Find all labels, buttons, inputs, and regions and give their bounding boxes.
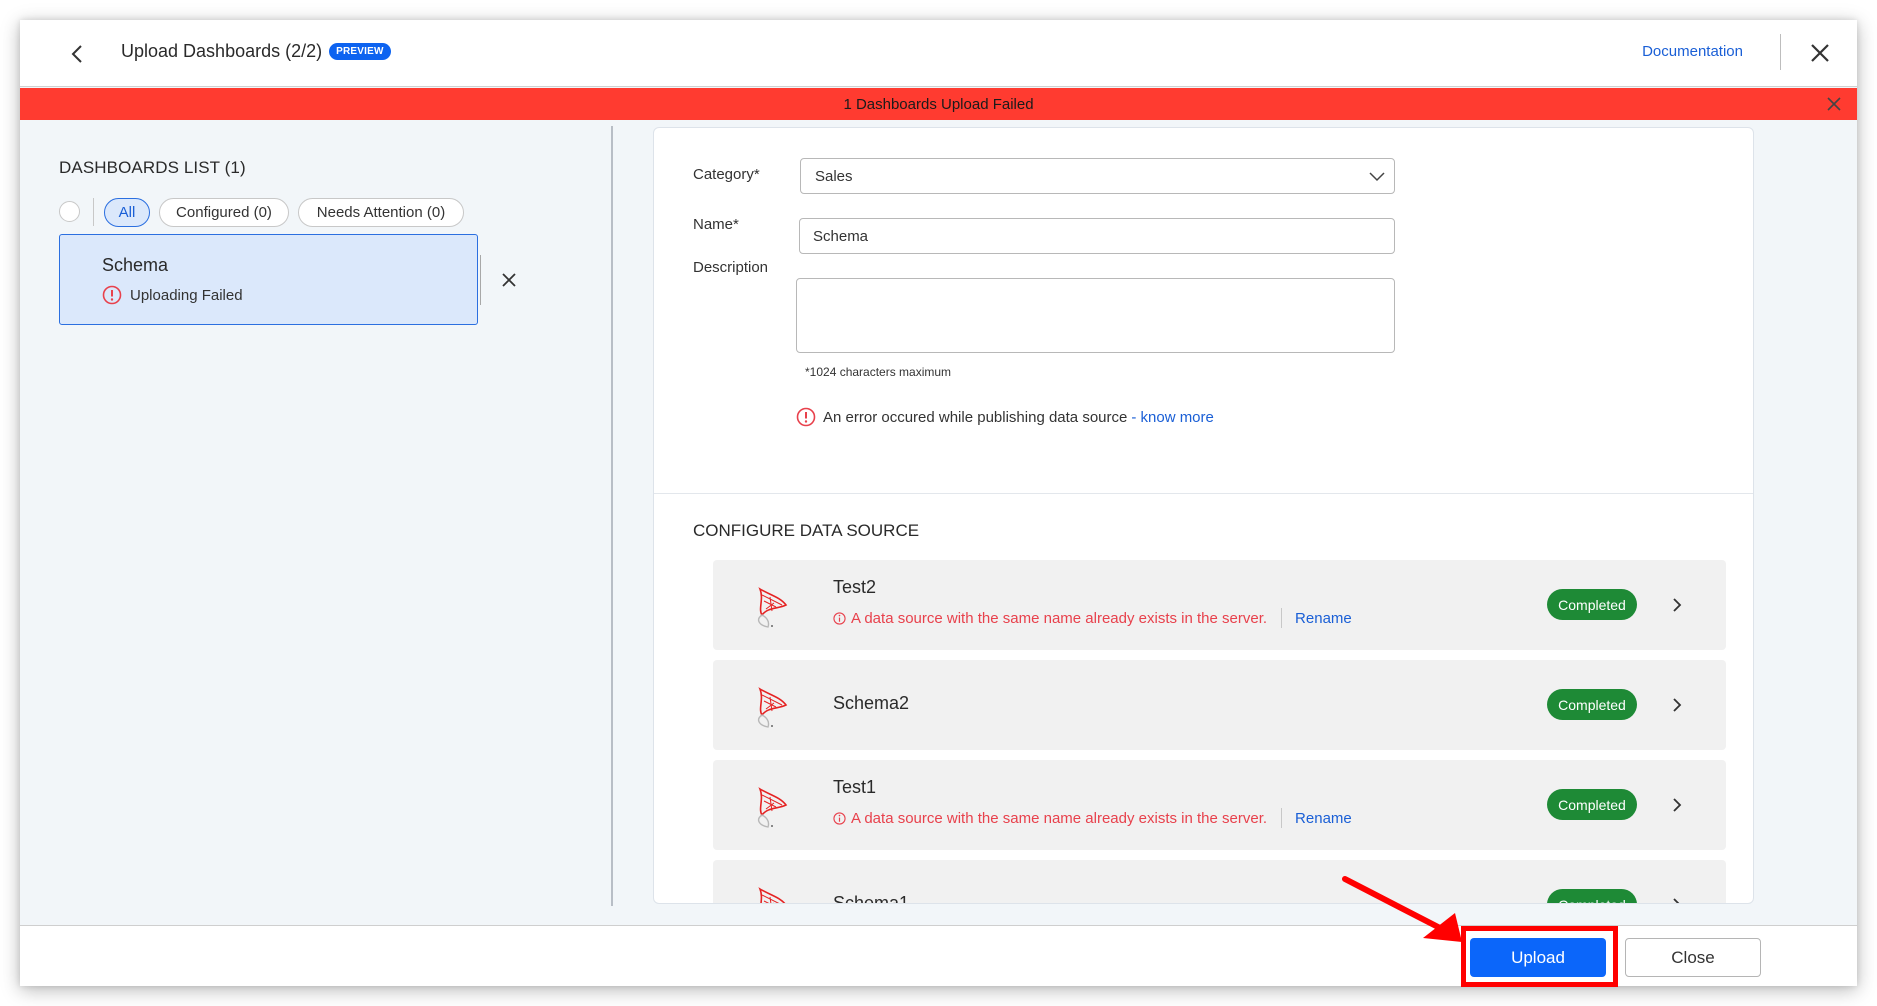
data-source-row[interactable]: Test1 A data source with the same name a…	[713, 760, 1726, 850]
chevron-right-icon[interactable]	[1668, 595, 1686, 615]
filter-chip-needs-attention[interactable]: Needs Attention (0)	[298, 198, 464, 227]
data-source-warning: A data source with the same name already…	[833, 608, 1352, 628]
documentation-link[interactable]: Documentation	[1642, 43, 1743, 60]
chevron-left-icon	[71, 45, 82, 63]
dismiss-banner-button[interactable]	[1825, 95, 1843, 113]
data-source-name: Schema2	[833, 693, 910, 713]
category-select[interactable]: Sales	[800, 158, 1395, 194]
rename-link[interactable]: Rename	[1295, 810, 1352, 827]
data-source-row[interactable]: Schema2 Completed	[713, 660, 1726, 750]
configure-data-source-title: CONFIGURE DATA SOURCE	[693, 521, 920, 540]
chevron-right-icon[interactable]	[1668, 695, 1686, 715]
dashboard-status-text: Uploading Failed	[130, 286, 243, 304]
data-source-warning: A data source with the same name already…	[833, 808, 1352, 828]
panel-divider	[611, 126, 613, 906]
status-badge: Completed	[1547, 889, 1637, 903]
chevron-right-icon[interactable]	[1668, 795, 1686, 815]
warning-divider	[1281, 808, 1283, 828]
dashboards-list-panel: DASHBOARDS LIST (1) All Configured (0) N…	[20, 120, 611, 925]
modal-header: Upload Dashboards (2/2) PREVIEW Document…	[20, 20, 1857, 87]
sql-server-icon	[757, 587, 788, 628]
dashboard-item-divider	[480, 255, 481, 305]
remove-dashboard-button[interactable]	[499, 270, 519, 290]
dashboard-name: Schema	[102, 255, 169, 275]
data-source-row[interactable]: Schema1 Completed	[713, 860, 1726, 904]
dashboards-list-title: DASHBOARDS LIST (1)	[59, 158, 246, 177]
description-input[interactable]	[796, 278, 1395, 353]
upload-dashboards-modal: Upload Dashboards (2/2) PREVIEW Document…	[20, 20, 1857, 986]
data-source-name: Schema1	[833, 893, 910, 904]
error-circle-icon	[796, 407, 816, 427]
data-source-list: Test2 A data source with the same name a…	[713, 560, 1726, 904]
name-input[interactable]	[799, 218, 1395, 254]
preview-badge: PREVIEW	[329, 43, 391, 60]
modal-footer: Upload Close	[20, 925, 1857, 986]
data-source-name: Test2	[833, 577, 877, 597]
info-circle-icon	[833, 811, 846, 825]
category-label: Category*	[693, 166, 760, 183]
page-title: Upload Dashboards (2/2) PREVIEW	[121, 41, 391, 62]
warning-divider	[1281, 608, 1283, 628]
rename-link[interactable]: Rename	[1295, 610, 1352, 627]
page-title-text: Upload Dashboards (2/2)	[121, 41, 323, 61]
dashboard-config-card: Category* Sales Name* Description *1024 …	[653, 127, 1754, 904]
close-button[interactable]: Close	[1625, 938, 1761, 977]
error-circle-icon	[102, 285, 122, 305]
category-value: Sales	[815, 168, 853, 185]
chevron-right-icon[interactable]	[1668, 895, 1686, 904]
data-source-warning-text: A data source with the same name already…	[851, 809, 1268, 827]
filter-divider	[93, 198, 94, 226]
publish-error-text: An error occured while publishing data s…	[823, 408, 1128, 426]
publish-error-message: An error occured while publishing data s…	[796, 407, 1214, 427]
filter-chip-configured[interactable]: Configured (0)	[159, 198, 289, 227]
status-badge: Completed	[1547, 789, 1637, 820]
dashboard-status: Uploading Failed	[102, 285, 243, 305]
close-icon	[502, 273, 516, 287]
chevron-down-icon	[1369, 172, 1385, 182]
filter-chip-all[interactable]: All	[104, 198, 150, 227]
data-source-warning-text: A data source with the same name already…	[851, 609, 1268, 627]
description-hint: *1024 characters maximum	[805, 365, 952, 379]
select-all-radio[interactable]	[59, 201, 80, 222]
error-banner-text: 1 Dashboards Upload Failed	[843, 95, 1034, 113]
error-banner: 1 Dashboards Upload Failed	[20, 88, 1857, 120]
dashboard-item[interactable]: Schema Uploading Failed	[59, 234, 516, 325]
data-source-name: Test1	[833, 777, 877, 797]
close-icon	[1811, 44, 1829, 62]
header-divider	[1780, 34, 1781, 70]
status-badge: Completed	[1547, 689, 1637, 720]
info-circle-icon	[833, 611, 846, 625]
data-source-row[interactable]: Test2 A data source with the same name a…	[713, 560, 1726, 650]
description-label: Description	[693, 259, 769, 276]
upload-button[interactable]: Upload	[1470, 938, 1606, 977]
sql-server-icon	[758, 887, 786, 903]
name-label: Name*	[693, 216, 739, 233]
close-modal-button[interactable]	[1805, 38, 1835, 68]
close-icon	[1827, 97, 1841, 111]
back-button[interactable]	[64, 40, 92, 68]
section-separator	[654, 493, 1753, 494]
sql-server-icon	[757, 787, 788, 828]
know-more-link[interactable]: - know more	[1131, 409, 1214, 426]
status-badge: Completed	[1547, 589, 1637, 620]
sql-server-icon	[757, 687, 788, 728]
